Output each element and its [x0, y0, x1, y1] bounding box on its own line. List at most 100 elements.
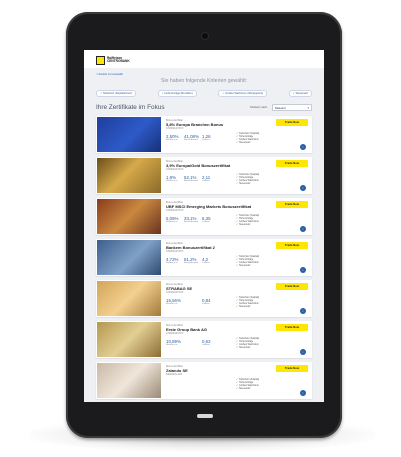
- trade-now-button[interactable]: Trade Now: [276, 324, 308, 331]
- certificate-image: [97, 158, 161, 193]
- feature-label: Steuersatz: [239, 141, 251, 145]
- feature-label: Steuersatz: [239, 223, 251, 227]
- certificate-image: [97, 363, 161, 398]
- brand-subname: CENTROBANK: [107, 59, 130, 63]
- certificate-card[interactable]: Bonus-Zertifikat 3,9% Europa/Gold Bonusz…: [96, 157, 312, 194]
- criteria-heading: Sie haben folgende Kriterien gewählt:: [160, 78, 248, 84]
- stat: 2,50% Rendite p.a.: [166, 134, 184, 142]
- feature-list: ✓Teilschutz (Kapital) ✓Hohe Erträge ✓Große…: [236, 255, 259, 267]
- stat: 15,56% Rendite p.a.: [166, 298, 184, 306]
- info-icon[interactable]: i: [300, 226, 306, 232]
- stat-label: Rendite p.a.: [166, 180, 178, 182]
- brand-logo[interactable]: Raiffeisen CENTROBANK: [96, 55, 130, 65]
- stat-label: Rendite p.a.: [166, 139, 178, 141]
- trade-now-button[interactable]: Trade Now: [276, 201, 308, 208]
- certificate-isin: AT0000A3XXXX: [166, 209, 184, 212]
- info-icon[interactable]: i: [300, 349, 306, 355]
- top-bar: Raiffeisen CENTROBANK: [84, 50, 324, 68]
- info-icon[interactable]: i: [300, 185, 306, 191]
- stat: 33,1% Bonusabstand: [184, 216, 202, 224]
- check-icon: ✓: [236, 346, 239, 350]
- feature-label: Steuersatz: [239, 305, 251, 309]
- home-button-icon[interactable]: [197, 410, 213, 422]
- tablet-device: Raiffeisen CENTROBANK < Zurück zur Auswah…: [66, 12, 342, 438]
- stat: 6,05% Rendite p.a.: [166, 216, 184, 224]
- feature-item: ✓Steuersatz: [236, 141, 259, 144]
- criteria-chip[interactable]: ✓ Großes Wachstum (Wertpapiere): [218, 90, 268, 97]
- feature-label: Steuersatz: [239, 346, 251, 350]
- certificate-image: [97, 322, 161, 357]
- stat-label: Rendite p.a.: [166, 303, 178, 305]
- trade-now-button[interactable]: Trade Now: [276, 119, 308, 126]
- sort-value: Relevanz: [275, 107, 286, 110]
- certificate-isin: DE000ZAL1111: [166, 373, 183, 376]
- stat: 41,08% Bonusabstand: [184, 134, 202, 142]
- stat-label: Laufzeit: [202, 344, 210, 346]
- certificate-image: [97, 240, 161, 275]
- stat: 10,89% Rendite p.a.: [166, 339, 184, 347]
- feature-list: ✓Teilschutz (Kapital) ✓Hohe Erträge ✓Große…: [236, 214, 259, 226]
- check-icon: ✓: [236, 182, 239, 186]
- certificate-card[interactable]: Bonus-Zertifikat Zalando SE DE000ZAL1111…: [96, 362, 312, 399]
- certificate-stats: 10,89% Rendite p.a. 0,62 Laufzeit: [166, 339, 220, 347]
- certificate-card[interactable]: Bonus-Zertifikat Bankem Bonuszertifikat …: [96, 239, 312, 276]
- feature-list: ✓Teilschutz (Kapital) ✓Hohe Erträge ✓Große…: [236, 296, 259, 308]
- certificate-stats: 6,05% Rendite p.a. 33,1% Bonusabstand 6,…: [166, 216, 220, 224]
- check-icon: ✓: [236, 387, 239, 391]
- info-icon[interactable]: i: [300, 267, 306, 273]
- stat: 0,62 Laufzeit: [202, 339, 220, 347]
- feature-item: ✓Steuersatz: [236, 387, 259, 390]
- certificate-isin: AT0000A5XXXX: [166, 291, 184, 294]
- feature-item: ✓Steuersatz: [236, 305, 259, 308]
- feature-list: ✓Teilschutz (Kapital) ✓Hohe Erträge ✓Große…: [236, 337, 259, 349]
- sort-select[interactable]: Relevanz ▾: [272, 104, 312, 111]
- stat-label: Rendite p.a.: [166, 344, 178, 346]
- stat: 52,1% Bonusabstand: [184, 175, 202, 183]
- stat-label: Bonusabstand: [184, 262, 198, 264]
- feature-item: ✓Steuersatz: [236, 346, 259, 349]
- back-link[interactable]: < Zurück zur Auswahl: [96, 72, 123, 76]
- chevron-down-icon: ▾: [307, 106, 309, 110]
- stat-label: Laufzeit: [202, 303, 210, 305]
- certificate-image: [97, 199, 161, 234]
- info-icon[interactable]: i: [300, 390, 306, 396]
- feature-list: ✓Teilschutz (Kapital) ✓Hohe Erträge ✓Große…: [236, 173, 259, 185]
- check-icon: ✓: [236, 264, 239, 268]
- trade-now-button[interactable]: Trade Now: [276, 242, 308, 249]
- certificate-isin: AT0000A4XXXX: [166, 250, 184, 253]
- stat-label: Laufzeit: [202, 139, 210, 141]
- criteria-chip[interactable]: ✓ Hohe Erträge (Renditen): [157, 90, 197, 97]
- trade-now-button[interactable]: Trade Now: [276, 365, 308, 372]
- stat: 2,11 Laufzeit: [202, 175, 220, 183]
- trade-now-button[interactable]: Trade Now: [276, 283, 308, 290]
- certificate-image: [97, 281, 161, 316]
- certificate-stats: 15,56% Rendite p.a. 0,84 Laufzeit: [166, 298, 220, 306]
- certificate-stats: 1,9% Rendite p.a. 52,1% Bonusabstand 2,1…: [166, 175, 220, 183]
- stat: 4,2 Laufzeit: [202, 257, 220, 265]
- certificate-isin: AT0000A1XXXX: [166, 127, 184, 130]
- info-icon[interactable]: i: [300, 144, 306, 150]
- criteria-chip[interactable]: ✓ Steuersatz: [288, 90, 312, 97]
- check-icon: ✓: [236, 305, 239, 309]
- check-icon: ✓: [236, 223, 239, 227]
- trade-now-button[interactable]: Trade Now: [276, 160, 308, 167]
- stat-label: Bonusabstand: [184, 221, 198, 223]
- criteria-chip[interactable]: ✓ Teilschutz (Kapitalschutz): [96, 90, 137, 97]
- certificate-stats: 4,72% Rendite p.a. 51,2% Bonusabstand 4,…: [166, 257, 220, 265]
- certificate-isin: AT0000A6XXXX: [166, 332, 184, 335]
- stat: [184, 298, 202, 306]
- feature-item: ✓Steuersatz: [236, 182, 259, 185]
- certificate-card[interactable]: Bonus-Zertifikat UBF MSCI Emerging Marke…: [96, 198, 312, 235]
- stat: 51,2% Bonusabstand: [184, 257, 202, 265]
- certificate-card[interactable]: Bonus-Zertifikat STRABAG SE AT0000A5XXXX…: [96, 280, 312, 317]
- stat-label: Bonusabstand: [184, 139, 198, 141]
- stat-label: Rendite p.a.: [166, 221, 178, 223]
- certificate-isin: AT0000A2XXXX: [166, 168, 184, 171]
- sort-label: Sortieren nach:: [250, 106, 268, 109]
- feature-list: ✓Teilschutz (Kapital) ✓Hohe Erträge ✓Große…: [236, 378, 259, 390]
- info-icon[interactable]: i: [300, 308, 306, 314]
- stat-label: Bonusabstand: [184, 180, 198, 182]
- certificate-card[interactable]: Bonus-Zertifikat Erste Group Bank AG AT0…: [96, 321, 312, 358]
- certificate-card[interactable]: Bonus-Zertifikat 5,8% Europa Branchen Bo…: [96, 116, 312, 153]
- section-title: Ihre Zertifikate im Fokus: [96, 104, 165, 111]
